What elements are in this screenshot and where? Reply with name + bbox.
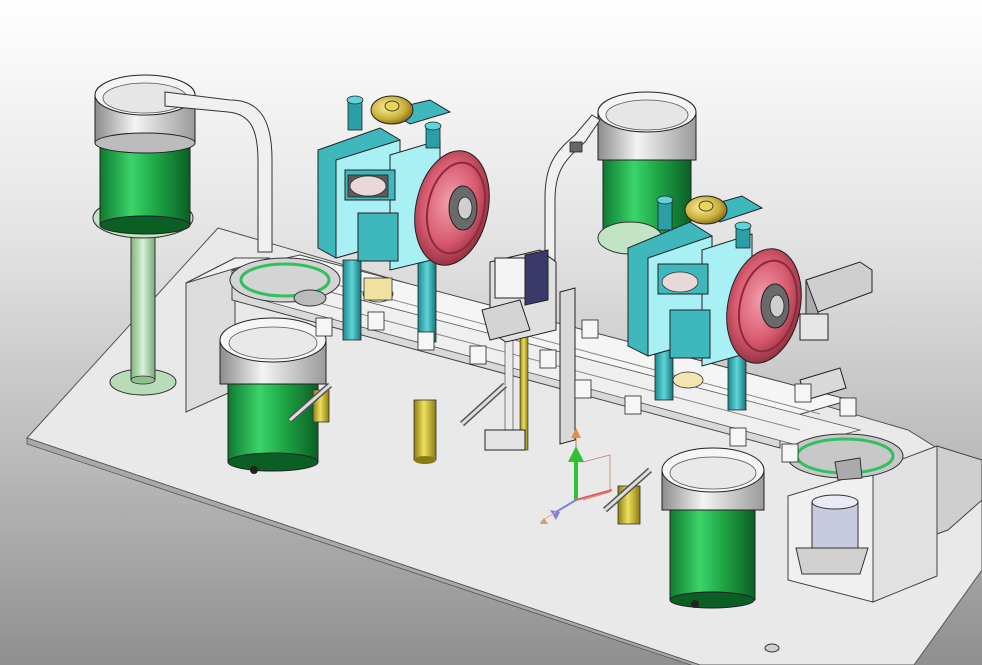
motor-housing[interactable] (811, 501, 859, 555)
mounting-hole (764, 643, 780, 653)
feeder-bowl-top-left[interactable] (94, 74, 273, 253)
feeder-bowl-mid-left[interactable] (219, 317, 327, 474)
right-pneumatic-cylinder[interactable] (799, 261, 873, 401)
cad-viewport[interactable] (0, 0, 982, 665)
gold-cap-left (370, 95, 414, 125)
feeder-bowl-bottom-right[interactable] (661, 447, 765, 609)
machine-assembly-model[interactable] (0, 0, 982, 665)
gold-cap-right (684, 195, 728, 225)
